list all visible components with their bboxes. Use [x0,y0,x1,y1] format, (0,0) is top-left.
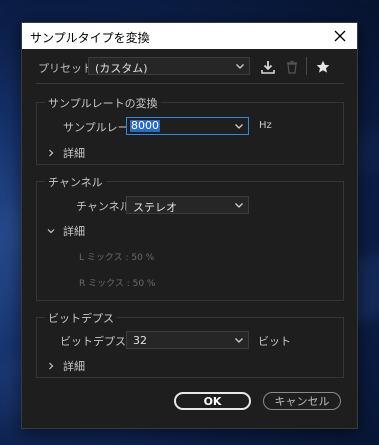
sample-rate-group-title: サンプルレートの変換 [45,95,161,111]
close-icon [334,30,346,42]
chevron-down-icon [47,229,55,234]
cancel-button[interactable]: キャンセル [263,392,341,410]
bit-depth-details-toggle[interactable]: 詳細 [47,358,85,374]
bit-depth-label: ビットデプス : [60,335,134,348]
header-divider [36,83,344,84]
channel-dropdown[interactable]: ステレオ [126,196,249,214]
close-button[interactable] [329,25,351,47]
sample-rate-value: 8000 [130,119,160,132]
dialog-title: サンプルタイプを変換 [30,31,150,45]
channel-value: ステレオ [133,201,177,214]
channel-details-label: 詳細 [63,225,85,238]
sample-rate-details-toggle[interactable]: 詳細 [47,145,85,161]
sample-rate-details-label: 詳細 [63,147,85,160]
bit-depth-group: ビットデプス ビットデプス : 32 ビット 詳細 [36,310,344,378]
bit-depth-dropdown[interactable]: 32 [126,331,249,349]
delete-preset-button[interactable] [282,57,302,77]
favorite-button[interactable] [313,57,333,77]
channel-group-title: チャンネル [45,174,106,190]
ok-button[interactable]: OK [174,392,251,410]
channel-details-toggle[interactable]: 詳細 [47,223,85,239]
l-mix-readout: L ミックス : 50 % [79,253,155,263]
sample-rate-unit: Hz [259,120,272,131]
preset-dropdown[interactable]: (カスタム) [88,57,250,75]
trash-icon [287,60,297,74]
save-preset-button[interactable] [258,57,278,77]
r-mix-readout: R ミックス : 50 % [79,279,156,289]
bit-depth-value: 32 [133,334,147,347]
chevron-down-icon [235,203,243,208]
convert-sample-type-dialog: サンプルタイプを変換 プリセット : (カスタム) サンプルレートの変換 サンプ… [21,22,358,429]
chevron-right-icon [49,149,54,157]
sample-rate-group: サンプルレートの変換 サンプルレート : 8000 Hz 詳細 [36,95,344,165]
toolbar-divider [306,57,307,75]
download-icon [261,61,275,74]
sample-rate-combobox[interactable]: 8000 [126,117,249,135]
chevron-down-icon [236,64,244,69]
title-bar: サンプルタイプを変換 [22,23,357,49]
chevron-right-icon [49,362,54,370]
preset-value: (カスタム) [95,62,148,75]
chevron-down-icon [235,338,243,343]
chevron-down-icon [235,124,243,129]
bit-depth-details-label: 詳細 [63,360,85,373]
bit-depth-unit: ビット [258,335,291,348]
star-icon [316,60,330,73]
channel-group: チャンネル チャンネル : ステレオ 詳細 L ミックス : 50 % R ミッ… [36,174,344,301]
bit-depth-group-title: ビットデプス [45,310,117,326]
